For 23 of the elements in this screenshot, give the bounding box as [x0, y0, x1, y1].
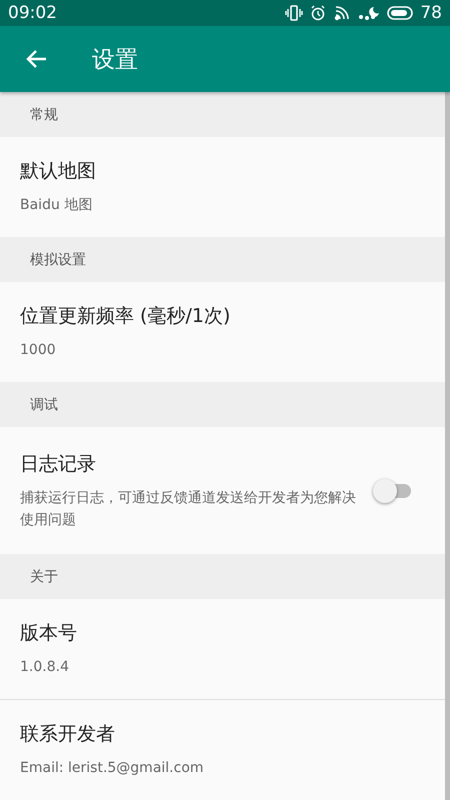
item-summary: 捕获运行日志，可通过反馈通道发送给开发者为您解决使用问题 [20, 488, 357, 530]
screen-title: 设置 [92, 46, 138, 75]
clock-time: 09:02 [8, 3, 57, 24]
section-header: 常规 [30, 106, 58, 124]
item-summary: 1000 [20, 341, 57, 360]
back-arrow-icon[interactable] [25, 49, 47, 70]
vibrate-icon [285, 5, 304, 22]
item-summary: Email: lerist.5@gmail.com [20, 759, 205, 778]
battery-level: 78 [420, 3, 442, 24]
item-title: 默认地图 [20, 159, 97, 184]
section-header: 关于 [30, 568, 58, 586]
section-header: 模拟设置 [30, 250, 86, 268]
toggle-switch[interactable] [373, 478, 413, 502]
section-header: 调试 [30, 396, 58, 414]
item-summary: 1.0.8.4 [20, 658, 70, 677]
alarm-icon [310, 5, 326, 22]
battery-icon [387, 6, 414, 20]
item-title: 位置更新频率 (毫秒/1次) [20, 304, 232, 329]
item-title: 版本号 [20, 621, 78, 646]
item-title: 日志记录 [20, 452, 97, 476]
item-title: 联系开发者 [20, 722, 116, 747]
wifi-icon [333, 4, 352, 22]
item-summary: Baidu 地图 [20, 196, 94, 215]
